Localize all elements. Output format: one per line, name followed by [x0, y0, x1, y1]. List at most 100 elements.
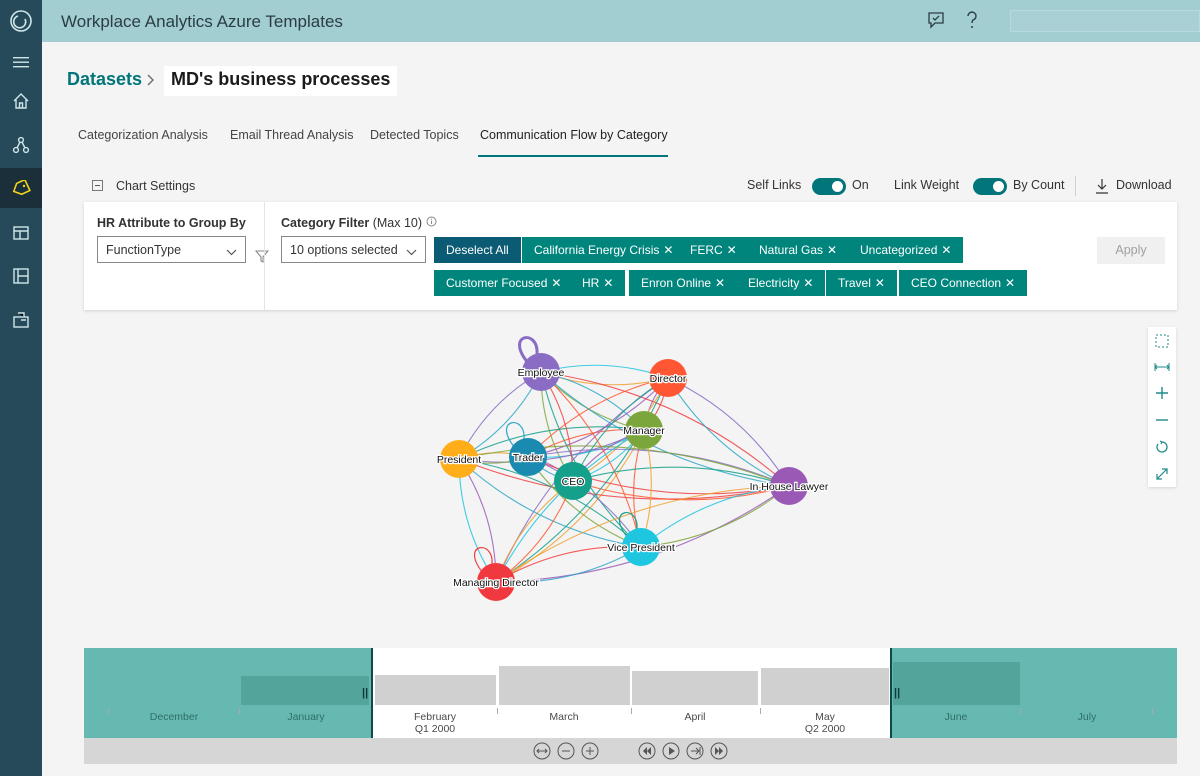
hr-attribute-dropdown[interactable]: FunctionType [97, 236, 246, 263]
left-grip-icon[interactable]: || [362, 687, 368, 699]
chip-electricity[interactable]: Electricity ✕ [736, 270, 826, 296]
fit-range-icon[interactable] [533, 742, 551, 760]
category-filter-label: Category Filter (Max 10) [281, 216, 437, 230]
graph-node-vp[interactable]: Vice President [606, 528, 676, 566]
user-account-area[interactable] [1010, 10, 1200, 32]
chip-ferc[interactable]: FERC ✕ [678, 237, 749, 263]
collapse-icon[interactable] [92, 180, 103, 191]
chip-ceo-connection[interactable]: CEO Connection ✕ [899, 270, 1028, 296]
timeline-bar-january [241, 676, 369, 705]
tab-categorization-analysis[interactable]: Categorization Analysis [78, 128, 208, 142]
chip-enron-online[interactable]: Enron Online ✕ [629, 270, 738, 296]
step-forward-icon[interactable] [686, 742, 704, 760]
timeline-tick [108, 708, 109, 714]
chip-label: FERC [690, 243, 723, 257]
rewind-icon[interactable] [638, 742, 656, 760]
graph-node-lawyer[interactable]: In House Lawyer [748, 467, 830, 505]
chevron-down-icon [226, 245, 237, 259]
reset-icon[interactable] [1148, 433, 1176, 460]
feedback-icon[interactable] [924, 8, 948, 32]
graph-node-trader[interactable]: Trader [509, 438, 547, 476]
info-icon[interactable] [426, 216, 437, 230]
chip-travel[interactable]: Travel ✕ [826, 270, 897, 296]
self-links-toggle[interactable] [812, 178, 846, 195]
zoom-in-timeline-icon[interactable] [581, 742, 599, 760]
apply-button[interactable]: Apply [1097, 237, 1165, 264]
timeline-right-handle[interactable] [890, 648, 892, 738]
chip-label: Uncategorized [860, 243, 938, 257]
page-title: MD's business processes [164, 66, 398, 96]
close-icon[interactable]: ✕ [603, 276, 613, 290]
close-icon[interactable]: ✕ [941, 243, 951, 257]
timeline-month-label: February Q1 2000 [413, 711, 456, 735]
graph-edge [667, 377, 790, 487]
right-grip-icon[interactable]: || [894, 687, 900, 699]
close-icon[interactable]: ✕ [551, 276, 561, 290]
tab-email-thread-analysis[interactable]: Email Thread Analysis [230, 128, 353, 142]
graph-node-ceo[interactable]: CEO [554, 462, 592, 500]
home-icon[interactable] [0, 81, 42, 121]
chart-settings-panel: HR Attribute to Group By FunctionType Ca… [84, 202, 1177, 310]
chip-uncategorized[interactable]: Uncategorized ✕ [848, 237, 964, 263]
timeline-brush[interactable]: December January February Q1 2000 March A… [84, 648, 1177, 738]
graph-node-label: Manager [623, 425, 665, 437]
zoom-out-timeline-icon[interactable] [557, 742, 575, 760]
graph-edge [640, 485, 790, 548]
close-icon[interactable]: ✕ [1005, 276, 1015, 290]
timeline-left-handle[interactable] [371, 648, 373, 738]
report-icon[interactable] [0, 256, 42, 296]
graph-svg[interactable]: Employee Director Manager President Trader CE… [84, 320, 1144, 638]
tag-icon[interactable] [0, 168, 42, 208]
hr-attribute-label: HR Attribute to Group By [97, 216, 246, 230]
chip-natural-gas[interactable]: Natural Gas ✕ [747, 237, 850, 263]
timeline-tick [239, 708, 240, 714]
link-weight-toggle[interactable] [973, 178, 1007, 195]
fit-width-icon[interactable] [1148, 353, 1176, 380]
close-icon[interactable]: ✕ [827, 243, 837, 257]
filter-icon[interactable] [254, 249, 270, 268]
tab-communication-flow[interactable]: Communication Flow by Category [480, 128, 668, 142]
breadcrumb-chevron-icon [145, 73, 155, 92]
zoom-out-icon[interactable] [1148, 406, 1176, 433]
graph-node-label: Trader [513, 452, 544, 464]
active-tab-indicator [478, 155, 668, 157]
close-icon[interactable]: ✕ [803, 276, 813, 290]
breadcrumb-datasets-link[interactable]: Datasets [67, 69, 142, 90]
graph-node-md[interactable]: Managing Director [452, 563, 541, 601]
hamburger-menu-icon[interactable] [0, 42, 42, 82]
timeline-controls [84, 738, 1177, 764]
link-weight-value: By Count [1013, 178, 1065, 192]
help-icon[interactable] [960, 8, 984, 32]
zoom-in-icon[interactable] [1148, 379, 1176, 406]
download-icon[interactable] [1095, 178, 1109, 194]
network-icon[interactable] [0, 125, 42, 165]
timeline-month-label: March [549, 711, 579, 723]
communication-flow-graph[interactable]: Employee Director Manager President Trader CE… [84, 320, 1177, 638]
left-sidebar [0, 0, 42, 776]
chip-label: Enron Online [641, 276, 712, 290]
fast-forward-icon[interactable] [710, 742, 728, 760]
deselect-all-button[interactable]: Deselect All [434, 237, 521, 263]
app-logo-icon[interactable] [0, 0, 42, 42]
play-icon[interactable] [662, 742, 680, 760]
close-icon[interactable]: ✕ [715, 276, 725, 290]
download-button[interactable]: Download [1116, 178, 1172, 192]
close-icon[interactable]: ✕ [875, 276, 885, 290]
expand-icon[interactable] [1148, 460, 1176, 487]
tab-detected-topics[interactable]: Detected Topics [370, 128, 459, 142]
chip-california-energy-crisis[interactable]: California Energy Crisis ✕ [522, 237, 686, 263]
category-filter-dropdown[interactable]: 10 options selected [281, 236, 426, 263]
timeline-tick [497, 708, 498, 714]
export-icon[interactable] [0, 300, 42, 340]
chip-customer-focused[interactable]: Customer Focused ✕ [434, 270, 574, 296]
close-icon[interactable]: ✕ [663, 243, 673, 257]
timeline-bar-may [761, 668, 889, 705]
select-region-icon[interactable] [1148, 327, 1176, 354]
graph-node-director[interactable]: Director [648, 359, 688, 397]
self-links-label: Self Links [747, 178, 802, 192]
chip-hr[interactable]: HR ✕ [570, 270, 626, 296]
chip-label: Natural Gas [759, 243, 824, 257]
dataset-icon[interactable] [0, 213, 42, 253]
close-icon[interactable]: ✕ [727, 243, 737, 257]
graph-edge [458, 458, 497, 583]
